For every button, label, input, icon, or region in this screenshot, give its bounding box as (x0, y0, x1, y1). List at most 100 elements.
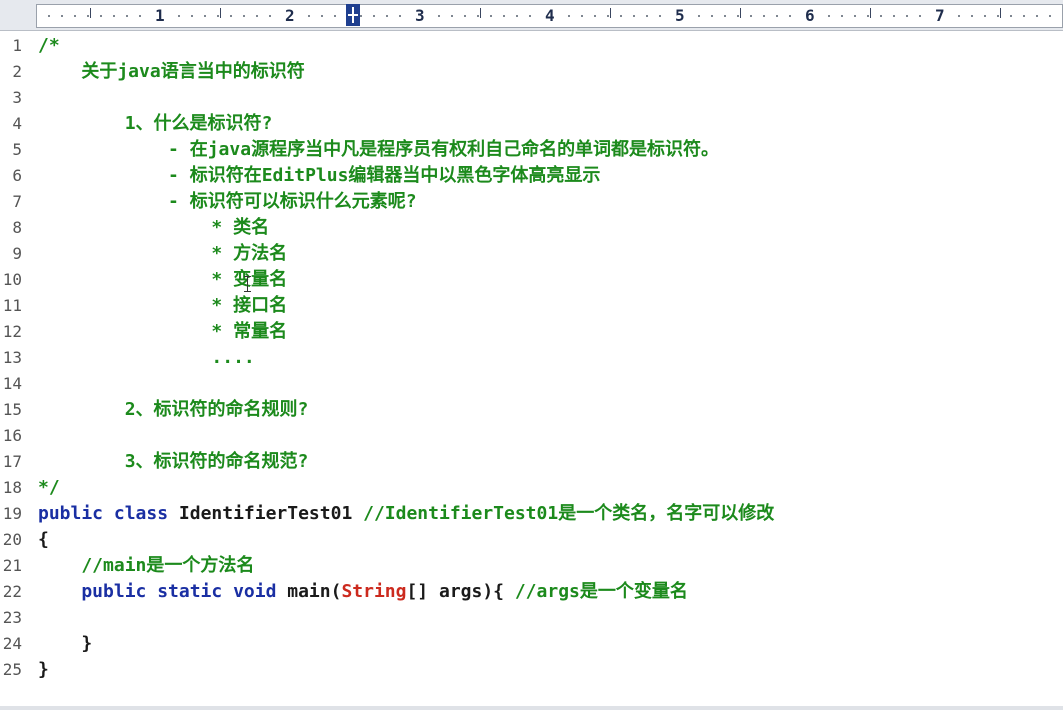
ruler-number: 7 (932, 6, 948, 25)
code-line[interactable]: 12 * 常量名 (0, 319, 1063, 345)
ruler-half-tick (90, 8, 91, 18)
code-text: 关于java语言当中的标识符 (38, 59, 305, 85)
line-number: 25 (2, 660, 22, 679)
comment-token: */ (38, 477, 60, 498)
ruler-half-tick (480, 8, 481, 18)
line-number: 14 (2, 374, 22, 393)
code-line[interactable]: 13 .... (0, 345, 1063, 371)
keyword-token: public static void (38, 581, 288, 602)
code-text: 2、标识符的命名规则? (38, 397, 309, 423)
keyword-token: public class (38, 503, 179, 524)
comment-token: //main是一个方法名 (38, 555, 255, 576)
comment-token: //args是一个变量名 (514, 581, 688, 602)
code-line[interactable]: 16 (0, 423, 1063, 449)
comment-token: - 标识符在EditPlus编辑器当中以黑色字体高亮显示 (38, 165, 601, 186)
code-line[interactable]: 17 3、标识符的命名规范? (0, 449, 1063, 475)
identifier-token: } (38, 633, 93, 654)
code-text: { (38, 527, 49, 553)
code-line[interactable]: 11 * 接口名 (0, 293, 1063, 319)
code-line[interactable]: 1 /* (0, 33, 1063, 59)
ruler-number: 3 (412, 6, 428, 25)
line-number: 17 (2, 452, 22, 471)
code-line[interactable]: 23 (0, 605, 1063, 631)
code-text: * 接口名 (38, 293, 287, 319)
line-number: 24 (2, 634, 22, 653)
code-line[interactable]: 19 public class IdentifierTest01 //Identi… (0, 501, 1063, 527)
code-text: public static void main(String[] args){ … (38, 579, 688, 605)
code-text: * 方法名 (38, 241, 287, 267)
comment-token: - 在java源程序当中凡是程序员有权利自己命名的单词都是标识符。 (38, 139, 720, 160)
line-number: 4 (12, 114, 22, 133)
identifier-token: { (38, 529, 49, 550)
ruler-cursor-marker (346, 4, 360, 26)
code-text: * 常量名 (38, 319, 287, 345)
comment-token: * 类名 (38, 217, 270, 238)
comment-token: * 常量名 (38, 321, 288, 342)
code-text: public class IdentifierTest01 //Identifi… (38, 501, 774, 527)
line-number: 9 (12, 244, 22, 263)
line-number: 16 (2, 426, 22, 445)
comment-token: 2、标识符的命名规则? (38, 399, 309, 420)
comment-token: //IdentifierTest01是一个类名，名字可以修改 (363, 503, 775, 524)
comment-token: * 接口名 (38, 295, 288, 316)
line-number: 19 (2, 504, 22, 523)
code-text: - 标识符在EditPlus编辑器当中以黑色字体高亮显示 (38, 163, 600, 189)
code-line[interactable]: 7 - 标识符可以标识什么元素呢? (0, 189, 1063, 215)
line-number: 22 (2, 582, 22, 601)
comment-token: 关于java语言当中的标识符 (38, 61, 305, 82)
code-text: */ (38, 475, 60, 501)
line-number: 1 (12, 36, 22, 55)
editor-bottom-edge (0, 706, 1063, 710)
line-number: 21 (2, 556, 22, 575)
code-line[interactable]: 15 2、标识符的命名规则? (0, 397, 1063, 423)
code-line[interactable]: 18 */ (0, 475, 1063, 501)
line-number: 20 (2, 530, 22, 549)
column-ruler: 1 2 3 4 5 6 7 (0, 0, 1063, 31)
code-line[interactable]: 14 (0, 371, 1063, 397)
ruler-half-tick (1000, 8, 1001, 18)
ruler-half-tick (740, 8, 741, 18)
comment-token: /* (38, 35, 60, 56)
line-number: 7 (12, 192, 22, 211)
ruler-number: 5 (672, 6, 688, 25)
code-text: } (38, 657, 49, 683)
identifier-token: } (38, 659, 49, 680)
code-line[interactable]: 8 * 类名 (0, 215, 1063, 241)
line-number: 15 (2, 400, 22, 419)
comment-token: * 方法名 (38, 243, 288, 264)
code-line[interactable]: 20 { (0, 527, 1063, 553)
line-number: 8 (12, 218, 22, 237)
code-line[interactable]: 24 } (0, 631, 1063, 657)
line-number: 5 (12, 140, 22, 159)
code-text: - 标识符可以标识什么元素呢? (38, 189, 417, 215)
code-line[interactable]: 21 //main是一个方法名 (0, 553, 1063, 579)
code-line[interactable]: 25} (0, 657, 1063, 683)
code-line[interactable]: 3 (0, 85, 1063, 111)
code-text: //main是一个方法名 (38, 553, 254, 579)
identifier-token: IdentifierTest01 (178, 503, 364, 524)
code-text: 3、标识符的命名规范? (38, 449, 309, 475)
comment-token: .... (38, 347, 255, 368)
ruler-number: 2 (282, 6, 298, 25)
code-line[interactable]: 6 - 标识符在EditPlus编辑器当中以黑色字体高亮显示 (0, 163, 1063, 189)
code-editor[interactable]: 1/* 2 关于java语言当中的标识符 3 4 1、什么是标识符? 5 - 在java… (0, 31, 1063, 710)
code-line[interactable]: 10 * 变量名 (0, 267, 1063, 293)
code-line[interactable]: 9 * 方法名 (0, 241, 1063, 267)
ruler-half-tick (870, 8, 871, 18)
code-line[interactable]: 22 public static void main(String[] args… (0, 579, 1063, 605)
code-line[interactable]: 4 1、什么是标识符? (0, 111, 1063, 137)
code-line[interactable]: 5 - 在java源程序当中凡是程序员有权利自己命名的单词都是标识符。 (0, 137, 1063, 163)
line-number: 10 (2, 270, 22, 289)
line-number: 11 (2, 296, 22, 315)
code-text: .... (38, 345, 255, 371)
code-line[interactable]: 2 关于java语言当中的标识符 (0, 59, 1063, 85)
code-text: 1、什么是标识符? (38, 111, 273, 137)
line-number: 18 (2, 478, 22, 497)
identifier-token: [] args){ (406, 581, 515, 602)
code-text: /* (38, 33, 60, 59)
ruler-half-tick (610, 8, 611, 18)
comment-token: 1、什么是标识符? (38, 113, 273, 134)
ruler-number: 1 (152, 6, 168, 25)
type-token: String (341, 581, 407, 602)
text-cursor-icon (244, 276, 256, 292)
